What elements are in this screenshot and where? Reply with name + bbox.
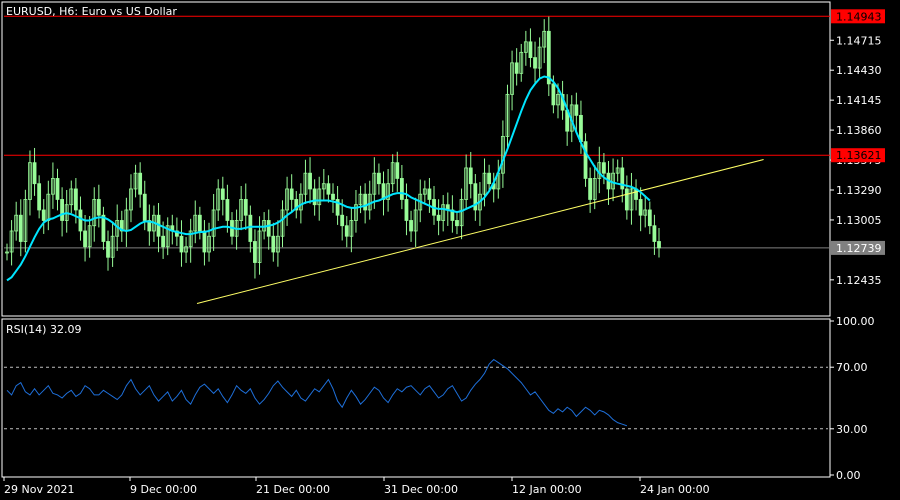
price-tag-label: 1.12739 — [836, 242, 882, 255]
candle-body — [638, 199, 643, 216]
price-tag-label: 1.13621 — [836, 149, 882, 162]
candle-body — [312, 188, 317, 206]
price-tag-label: 1.14943 — [836, 10, 882, 23]
candle-body — [142, 193, 147, 221]
candle-body — [528, 41, 533, 58]
rsi-label: RSI(14) 32.09 — [6, 323, 81, 336]
candle-body — [377, 172, 381, 185]
candle-body — [487, 172, 492, 185]
candle-body — [41, 209, 46, 221]
candle-body — [574, 104, 579, 116]
candle-body — [60, 199, 64, 221]
candle-body — [399, 178, 404, 200]
candle-body — [202, 230, 207, 253]
candle-body — [220, 188, 225, 200]
candle-body — [427, 188, 432, 200]
candle-body — [138, 172, 143, 195]
candle-body — [83, 230, 87, 248]
price-tag: 1.14943 — [831, 9, 885, 23]
candle-body — [32, 162, 37, 185]
candle-body — [455, 220, 459, 227]
candle-body — [326, 183, 331, 195]
price-tag: 1.12739 — [831, 240, 885, 255]
rsi-tick-label: 0.00 — [836, 469, 861, 482]
price-tick-label: 1.14715 — [836, 34, 882, 47]
price-tag: 1.13621 — [831, 148, 885, 163]
chart-window[interactable]: 1.147151.144301.141451.138601.135751.132… — [0, 0, 900, 500]
candle-body — [289, 188, 294, 200]
candle-body — [55, 178, 60, 200]
candle-body — [243, 199, 248, 216]
time-tick-label: 12 Jan 00:00 — [512, 483, 582, 496]
candle-body — [652, 225, 657, 242]
candle-body — [266, 220, 271, 237]
candle-body — [161, 235, 166, 248]
candle-body — [579, 114, 583, 143]
candle-body — [546, 30, 551, 85]
candle-body — [248, 214, 253, 242]
price-tick-label: 1.13005 — [836, 214, 882, 227]
candle-body — [514, 62, 519, 74]
candle-body — [551, 83, 556, 106]
chart-canvas[interactable]: 1.147151.144301.141451.138601.135751.132… — [0, 0, 900, 500]
candle — [583, 133, 588, 187]
rsi-tick-label: 30.00 — [836, 423, 868, 436]
candle-body — [404, 199, 409, 221]
candle-body — [602, 162, 606, 174]
candle-body — [409, 220, 413, 232]
candle-body — [37, 183, 42, 211]
candle-body — [331, 193, 335, 200]
candle-body — [101, 214, 106, 242]
chart-background — [0, 0, 900, 500]
price-tick-label: 1.13860 — [836, 124, 882, 137]
price-tick-label: 1.14145 — [836, 94, 882, 107]
price-tick-label: 1.13290 — [836, 184, 882, 197]
candle-body — [583, 141, 588, 179]
candle-body — [588, 178, 593, 200]
candle-body — [225, 199, 230, 221]
candle-body — [197, 214, 202, 232]
chart-title: EURUSD, H6: Euro vs US Dollar — [6, 5, 177, 18]
time-tick-label: 24 Jan 00:00 — [640, 483, 710, 496]
candle-body — [96, 199, 101, 216]
candle-body — [308, 172, 312, 190]
candle-body — [271, 235, 276, 253]
price-tick-label: 1.12435 — [836, 274, 882, 287]
time-tick-label: 31 Dec 00:00 — [384, 483, 458, 496]
candle-body — [18, 214, 23, 242]
candle-body — [657, 241, 661, 249]
candle-body — [344, 225, 349, 237]
candle-body — [340, 214, 345, 227]
time-tick-label: 9 Dec 00:00 — [130, 483, 197, 496]
rsi-tick-label: 100.00 — [836, 315, 875, 328]
candle-body — [73, 188, 78, 211]
candle-body — [647, 209, 652, 227]
candle-body — [179, 235, 184, 253]
candle-body — [533, 57, 537, 69]
candle-body — [436, 214, 441, 221]
candle-body — [624, 188, 629, 211]
time-tick-label: 29 Nov 2021 — [4, 483, 74, 496]
candle-body — [78, 209, 83, 232]
time-tick-label: 21 Dec 00:00 — [256, 483, 330, 496]
candle-body — [468, 167, 473, 185]
candle-body — [106, 241, 110, 258]
candle-body — [253, 241, 257, 263]
rsi-tick-label: 70.00 — [836, 361, 868, 374]
candle-body — [363, 193, 368, 211]
price-tick-label: 1.14430 — [836, 64, 882, 77]
candle-body — [395, 162, 400, 179]
